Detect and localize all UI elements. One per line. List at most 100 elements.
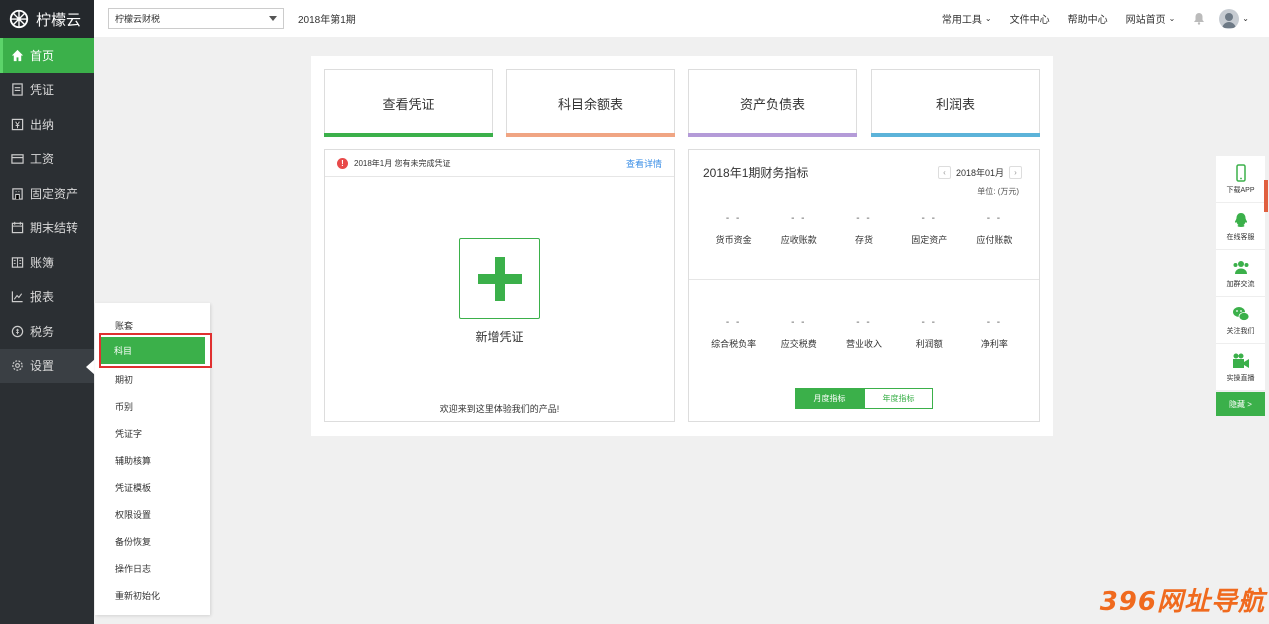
float-toolbar: 下载APP 在线客服 加群交流 关注我们 实操直播 隐藏 >: [1216, 156, 1265, 416]
float-item-label: 加群交流: [1226, 280, 1255, 288]
online-service-button[interactable]: 在线客服: [1216, 203, 1265, 250]
submenu-item-reinitialize[interactable]: 重新初始化: [115, 589, 160, 602]
chevron-down-icon: ⌄: [1168, 14, 1176, 23]
period-value: 2018年01月: [955, 168, 1004, 178]
submenu-item-account-set[interactable]: 账套: [115, 319, 133, 332]
video-icon: [1232, 353, 1249, 368]
metric-label: 应交税费: [780, 339, 817, 349]
submenu-item-voucher-template[interactable]: 凭证模板: [115, 481, 151, 494]
indicator-toggle: 月度指标 年度指标: [795, 388, 933, 409]
live-training-button[interactable]: 实操直播: [1216, 344, 1265, 391]
float-item-label: 下载APP: [1226, 186, 1255, 194]
metric-label: 存货: [855, 235, 874, 245]
sidebar-item-label: 税务: [30, 324, 55, 339]
download-app-button[interactable]: 下载APP: [1216, 156, 1265, 203]
unit-label: 单位: (万元): [977, 187, 1019, 196]
submenu-item-auxiliary[interactable]: 辅助核算: [115, 454, 151, 467]
metric-tax-payable: - - 应交税费: [766, 317, 831, 350]
yearly-indicator-tab[interactable]: 年度指标: [864, 388, 933, 409]
period-picker: ‹ 2018年01月 ›: [933, 166, 1027, 179]
submenu-item-permissions[interactable]: 权限设置: [115, 508, 151, 521]
metric-value: - -: [856, 317, 872, 328]
company-select[interactable]: 柠檬云财税: [108, 8, 284, 29]
prev-period-button[interactable]: ‹: [937, 166, 951, 179]
tax-icon: [10, 324, 24, 338]
metric-revenue: - - 营业收入: [831, 317, 896, 350]
submenu-item-operation-log[interactable]: 操作日志: [115, 562, 151, 575]
calendar-icon: [10, 221, 24, 235]
common-tools-label: 常用工具: [941, 15, 982, 26]
sidebar-item-reports[interactable]: 报表: [0, 280, 94, 315]
app-logo-text: 柠檬云: [36, 11, 82, 29]
warning-icon: !: [337, 157, 348, 169]
float-item-label: 在线客服: [1226, 233, 1255, 241]
sidebar-item-label: 凭证: [30, 83, 55, 98]
view-details-link[interactable]: 查看详情: [626, 157, 662, 170]
file-center-link[interactable]: 文件中心: [1010, 11, 1050, 26]
follow-us-button[interactable]: 关注我们: [1216, 297, 1265, 344]
balance-sheet-card[interactable]: 资产负债表: [688, 69, 857, 137]
metric-receivables: - - 应收账款: [766, 213, 831, 246]
submenu-item-currency[interactable]: 币别: [115, 400, 133, 413]
caret-down-icon: [269, 16, 277, 21]
sidebar-item-salary[interactable]: 工资: [0, 142, 94, 177]
voucher-icon: [10, 83, 24, 97]
site-home-label: 网站首页: [1125, 15, 1166, 26]
file-center-label: 文件中心: [1009, 15, 1050, 26]
sidebar-item-ledger[interactable]: 账簿: [0, 245, 94, 280]
metrics-row-2: - - 综合税负率 - - 应交税费 - - 营业收入 - - 利润额 - - 净利率: [701, 317, 1027, 350]
voucher-notice-bar: ! 2018年1月 您有未完成凭证 查看详情: [325, 150, 674, 177]
sidebar-item-fixed-assets[interactable]: 固定资产: [0, 176, 94, 211]
metric-inventory: - - 存货: [831, 213, 896, 246]
income-statement-label: 利润表: [935, 96, 975, 112]
metric-value: - -: [856, 213, 872, 224]
watermark: 396网址导航: [1099, 587, 1265, 617]
balance-sheet-label: 资产负债表: [739, 96, 805, 112]
submenu-item-voucher-word[interactable]: 凭证字: [115, 427, 142, 440]
hide-toolbar-button[interactable]: 隐藏 >: [1216, 392, 1265, 416]
sidebar-item-tax[interactable]: 税务: [0, 314, 94, 349]
sidebar-item-label: 固定资产: [30, 186, 79, 201]
join-group-button[interactable]: 加群交流: [1216, 250, 1265, 297]
finance-title: 2018年1期财务指标: [703, 166, 809, 180]
submenu-item-backup[interactable]: 备份恢复: [115, 535, 151, 548]
sidebar-item-cashier[interactable]: 出纳: [0, 107, 94, 142]
lemon-logo-icon: [9, 9, 29, 29]
metric-value: - -: [725, 317, 742, 328]
cashier-icon: [10, 117, 24, 131]
metric-label: 净利率: [980, 339, 1008, 349]
sidebar-item-settings[interactable]: 设置: [0, 348, 95, 383]
qq-icon: [1234, 212, 1247, 227]
metric-cash: - - 货币资金: [701, 213, 766, 246]
metric-label: 应付账款: [976, 235, 1013, 245]
sidebar-item-voucher[interactable]: 凭证: [0, 73, 94, 108]
plus-icon: [477, 256, 522, 301]
home-panel: 查看凭证 科目余额表 资产负债表 利润表 ! 2018年1月 您有未完成凭证 查…: [311, 56, 1053, 436]
sidebar-item-period-close[interactable]: 期末结转: [0, 211, 94, 246]
avatar[interactable]: [1219, 8, 1240, 29]
current-period: 2018年第1期: [298, 15, 356, 26]
float-item-label: 实操直播: [1226, 374, 1255, 382]
next-period-button[interactable]: ›: [1009, 166, 1022, 179]
sidebar-item-label: 出纳: [30, 117, 55, 132]
app-logo[interactable]: 柠檬云: [0, 0, 94, 38]
bell-icon[interactable]: [1193, 12, 1205, 25]
chevron-down-icon[interactable]: ⌄: [1242, 14, 1249, 23]
common-tools-menu[interactable]: 常用工具 ⌄: [942, 11, 992, 26]
income-statement-card[interactable]: 利润表: [871, 69, 1040, 137]
monthly-indicator-tab[interactable]: 月度指标: [795, 388, 864, 409]
add-voucher-label: 新增凭证: [475, 330, 524, 344]
salary-icon: [10, 152, 24, 166]
view-voucher-card[interactable]: 查看凭证: [324, 69, 493, 137]
metric-profit: - - 利润额: [897, 317, 962, 350]
balance-sheet-subject-card[interactable]: 科目余额表: [506, 69, 675, 137]
add-voucher-button[interactable]: [459, 238, 540, 319]
site-home-menu[interactable]: 网站首页 ⌄: [1126, 11, 1176, 26]
submenu-item-opening[interactable]: 期初: [115, 373, 133, 386]
asset-icon: [10, 186, 24, 200]
company-select-value: 柠檬云财税: [115, 14, 161, 24]
help-center-link[interactable]: 帮助中心: [1068, 11, 1108, 26]
welcome-text: 欢迎来到这里体验我们的产品!: [439, 404, 560, 414]
sidebar-item-home[interactable]: 首页: [0, 38, 94, 73]
metric-value: - -: [986, 317, 1003, 328]
